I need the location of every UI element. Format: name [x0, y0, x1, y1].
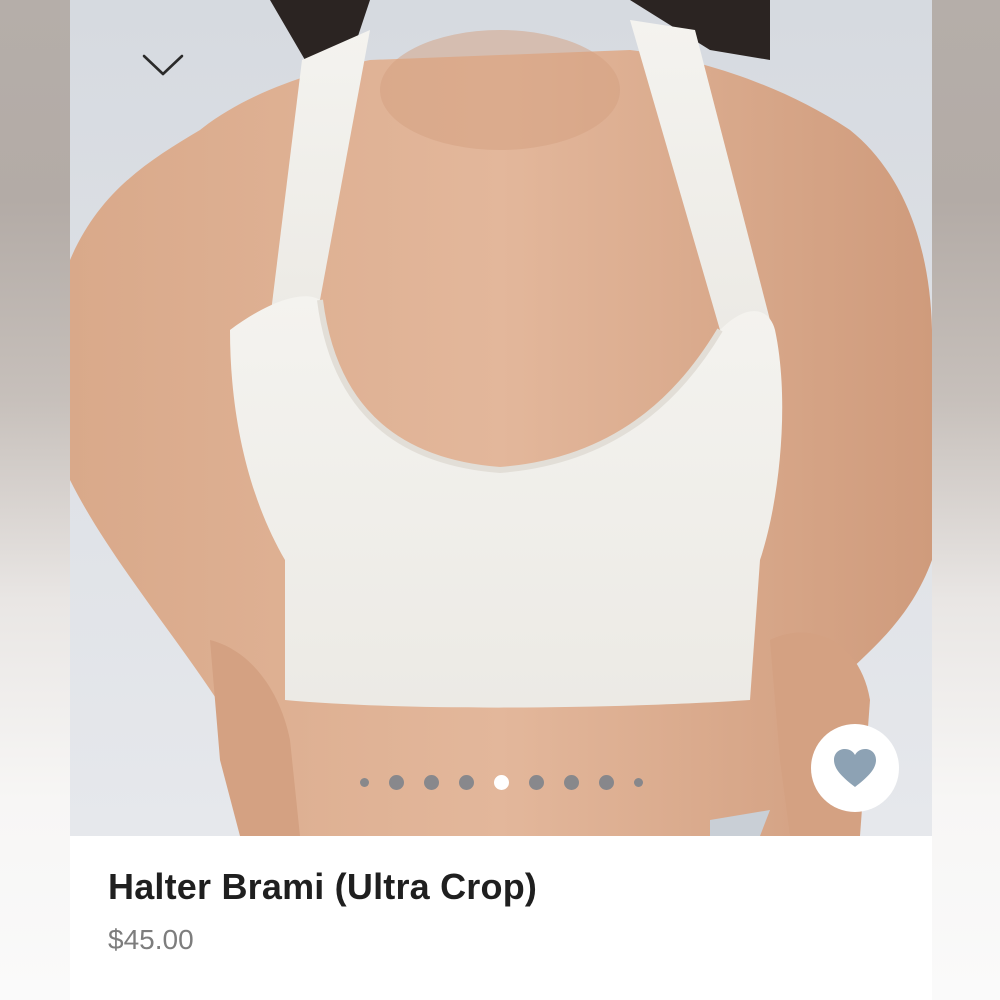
- carousel-dot[interactable]: [458, 774, 474, 790]
- collapse-button[interactable]: [138, 48, 188, 84]
- product-info: Halter Brami (Ultra Crop) $45.00: [70, 836, 932, 1000]
- carousel-dot[interactable]: [633, 777, 643, 787]
- product-photo-illustration: [70, 0, 932, 836]
- carousel-dot[interactable]: [359, 777, 369, 787]
- screenshot-frame: Halter Brami (Ultra Crop) $45.00: [0, 0, 1000, 1000]
- heart-icon: [834, 749, 876, 787]
- product-photo[interactable]: [70, 0, 932, 836]
- product-title[interactable]: Halter Brami (Ultra Crop): [108, 866, 537, 908]
- product-card: Halter Brami (Ultra Crop) $45.00: [70, 0, 932, 1000]
- carousel-dot-active[interactable]: [493, 774, 509, 790]
- carousel-dot[interactable]: [598, 774, 614, 790]
- carousel-indicator: [70, 772, 932, 792]
- chevron-down-icon: [142, 54, 184, 76]
- carousel-dot[interactable]: [423, 774, 439, 790]
- product-price: $45.00: [108, 924, 194, 955]
- right-blur-backdrop: [932, 0, 1000, 1000]
- carousel-dot[interactable]: [388, 774, 404, 790]
- carousel-dot[interactable]: [528, 774, 544, 790]
- favorite-button[interactable]: [811, 724, 899, 812]
- left-blur-backdrop: [0, 0, 70, 1000]
- carousel-dot[interactable]: [563, 774, 579, 790]
